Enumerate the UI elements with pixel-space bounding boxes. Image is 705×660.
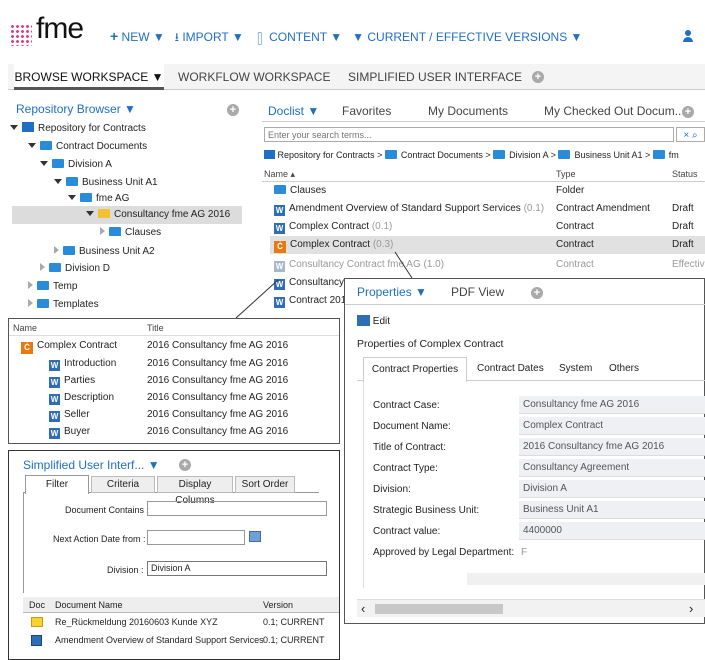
subtab-contract-properties[interactable]: Contract Properties [363, 357, 467, 382]
item-title: 2016 Consultancy fme AG 2016 [147, 375, 289, 386]
division-input[interactable]: Division A [147, 561, 327, 576]
list-item[interactable]: W Parties [49, 372, 95, 390]
table-row[interactable]: Amendment Overview of Standard Support S… [55, 631, 264, 649]
properties-heading: Properties of Complex Contract [357, 338, 504, 350]
add-simple-tab-icon[interactable]: + [179, 459, 191, 471]
contract-structure-panel: Name Title Ċ Complex Contract 2016 Consul… [8, 318, 340, 444]
word-icon: W [49, 394, 60, 405]
value-contract-type: Consultancy Agreement [519, 459, 705, 477]
label-business-unit: Strategic Business Unit: [373, 505, 480, 516]
label-contract-case: Contract Case: [373, 400, 440, 411]
item-title: 2016 Consultancy fme AG 2016 [147, 358, 289, 369]
list-item[interactable]: W Description [49, 389, 114, 407]
list-item[interactable]: W Seller [49, 406, 90, 424]
subtab-contract-dates[interactable]: Contract Dates [477, 363, 544, 374]
column-name: Name [13, 323, 38, 333]
row-version: 0.1; CURRENT [263, 635, 325, 645]
word-icon: W [49, 428, 60, 439]
edit-button[interactable]: Edit [357, 315, 390, 327]
subtab-others[interactable]: Others [609, 363, 639, 374]
tab-pdf-view[interactable]: PDF View [451, 285, 504, 299]
tab-criteria[interactable]: Criteria [91, 476, 155, 493]
simple-results-header: Doc Document Name Version [23, 597, 339, 613]
row-version: 0.1; CURRENT [263, 617, 325, 627]
tab-properties[interactable]: Properties ▼ [357, 285, 427, 299]
item-title: 2016 Consultancy fme AG 2016 [147, 426, 289, 437]
label-title-of-contract: Title of Contract: [373, 442, 446, 453]
word-icon: W [49, 360, 60, 371]
add-property-tab-icon[interactable]: + [531, 287, 543, 299]
scroll-left-icon[interactable]: ‹ [361, 601, 365, 616]
word-icon: W [49, 411, 60, 422]
division-label: Division : [107, 565, 144, 575]
column-doc[interactable]: Doc [29, 597, 45, 613]
value-contract-value: 4400000 [519, 522, 705, 540]
value-title-of-contract: 2016 Consultancy fme AG 2016 [519, 438, 705, 456]
tab-filter[interactable]: Filter [25, 475, 89, 494]
document-contains-label: Document Contains : [65, 505, 150, 515]
calendar-icon[interactable] [249, 531, 261, 542]
column-title: Title [147, 323, 164, 333]
word-doc-icon [31, 635, 42, 646]
column-document-name[interactable]: Document Name [55, 597, 123, 613]
value-business-unit: Business Unit A1 [519, 501, 705, 519]
value-contract-case: Consultancy fme AG 2016 [519, 396, 705, 414]
label-contract-type: Contract Type: [373, 463, 438, 474]
item-title: 2016 Consultancy fme AG 2016 [147, 392, 289, 403]
label-division: Division: [373, 484, 411, 495]
item-title: 2016 Consultancy fme AG 2016 [147, 340, 289, 351]
header-divider [9, 335, 339, 336]
value-division: Division A [519, 480, 705, 498]
inner-scrollbar[interactable] [467, 573, 705, 585]
label-approved-legal: Approved by Legal Department: [373, 547, 515, 558]
horizontal-scrollbar[interactable]: ‹ › [357, 599, 705, 617]
value-document-name: Complex Contract [519, 417, 705, 435]
email-doc-icon [31, 617, 43, 627]
value-approved-legal: F [521, 547, 528, 558]
list-item[interactable]: W Buyer [49, 423, 90, 441]
edit-icon [357, 315, 370, 326]
tab-sort-order[interactable]: Sort Order [235, 476, 295, 493]
tab-display-columns[interactable]: Display Columns [157, 476, 233, 506]
subtab-system[interactable]: System [559, 363, 592, 374]
label-document-name: Document Name: [373, 421, 451, 432]
next-action-input[interactable] [147, 530, 245, 545]
simplified-ui-title[interactable]: Simplified User Interf... ▼ [23, 458, 160, 472]
table-row[interactable]: Re_Rückmeldung 20160603 Kunde XYZ [55, 613, 218, 631]
scroll-thumb[interactable] [375, 604, 503, 614]
document-contains-input[interactable] [147, 501, 327, 516]
properties-panel: Properties ▼ PDF View + Edit Properties … [344, 278, 705, 624]
next-action-label: Next Action Date from : [53, 534, 146, 544]
scroll-right-icon[interactable]: › [689, 601, 693, 616]
contract-icon: Ċ [21, 342, 33, 354]
simplified-ui-panel: Simplified User Interf... ▼ + Filter Cri… [8, 450, 340, 660]
item-title: 2016 Consultancy fme AG 2016 [147, 409, 289, 420]
list-item[interactable]: Ċ Complex Contract [21, 337, 117, 355]
column-version[interactable]: Version [263, 597, 293, 613]
label-contract-value: Contract value: [373, 526, 441, 537]
word-icon: W [49, 377, 60, 388]
list-item[interactable]: W Introduction [49, 355, 116, 373]
